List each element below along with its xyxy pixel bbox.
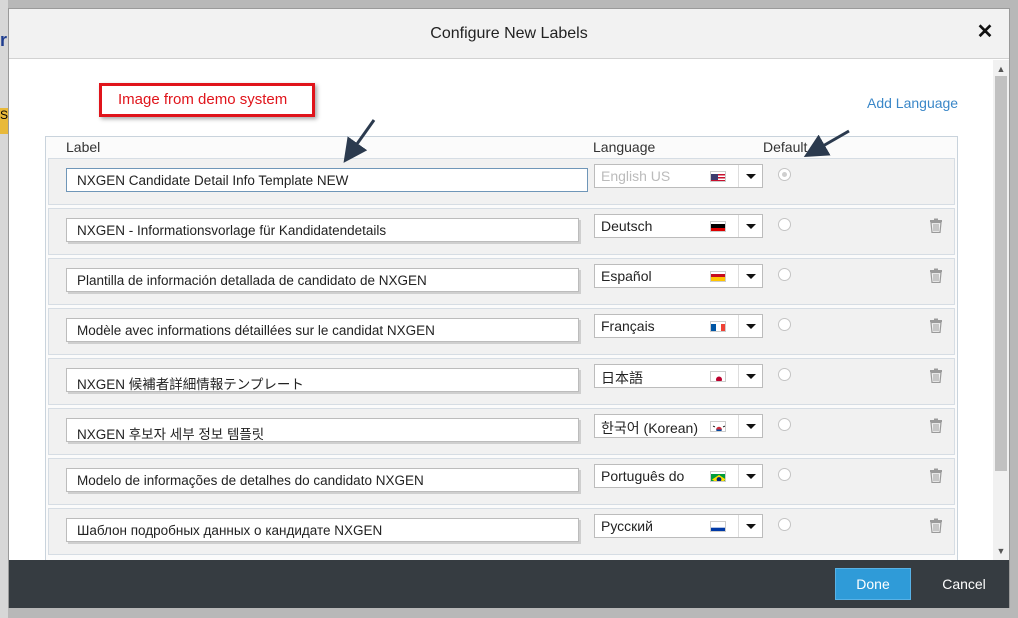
dropdown-button[interactable] xyxy=(738,365,762,387)
language-select-value: Deutsch xyxy=(601,218,653,234)
column-header-label: Label xyxy=(66,139,101,155)
trash-icon[interactable] xyxy=(929,518,943,534)
trash-icon[interactable] xyxy=(929,318,943,334)
default-radio[interactable] xyxy=(778,468,791,481)
label-input[interactable]: Modelo de informações de detalhes do can… xyxy=(66,468,579,492)
label-input[interactable]: NXGEN 候補者詳細情報テンプレート xyxy=(66,368,579,392)
label-input[interactable]: Modèle avec informations détaillées sur … xyxy=(66,318,579,342)
trash-icon[interactable] xyxy=(929,368,943,384)
language-select[interactable]: 日本語 xyxy=(594,364,763,388)
jp-flag-icon xyxy=(710,371,726,382)
dropdown-button[interactable] xyxy=(738,465,762,487)
us-flag-icon xyxy=(710,171,726,182)
label-input[interactable]: NXGEN - Informationsvorlage für Kandidat… xyxy=(66,218,579,242)
language-select-value: Français xyxy=(601,318,655,334)
dialog-title: Configure New Labels xyxy=(430,25,588,42)
dialog-header: Configure New Labels ✕ xyxy=(9,9,1009,59)
dialog-body: Image from demo system Add Language Labe… xyxy=(9,60,993,560)
trash-icon[interactable] xyxy=(929,268,943,284)
default-radio[interactable] xyxy=(778,418,791,431)
chevron-down-icon xyxy=(746,274,756,279)
label-row: NXGEN Candidate Detail Info Template NEW… xyxy=(48,158,955,205)
default-radio[interactable] xyxy=(778,168,791,181)
language-select[interactable]: Français xyxy=(594,314,763,338)
language-select-value: 日本語 xyxy=(601,370,643,386)
label-row: Modelo de informações de detalhes do can… xyxy=(48,458,955,505)
label-row: NXGEN 후보자 세부 정보 템플릿 한국어 (Korean) xyxy=(48,408,955,455)
label-input[interactable]: NXGEN Candidate Detail Info Template NEW xyxy=(66,168,588,192)
configure-labels-dialog: Configure New Labels ✕ Image from demo s… xyxy=(8,8,1010,608)
label-row: NXGEN - Informationsvorlage für Kandidat… xyxy=(48,208,955,255)
dropdown-button[interactable] xyxy=(738,515,762,537)
default-radio[interactable] xyxy=(778,268,791,281)
language-select[interactable]: Русский xyxy=(594,514,763,538)
scroll-thumb[interactable] xyxy=(995,76,1007,471)
trash-icon[interactable] xyxy=(929,418,943,434)
scroll-down-icon[interactable]: ▼ xyxy=(993,544,1009,558)
chevron-down-icon xyxy=(746,324,756,329)
es-flag-icon xyxy=(710,271,726,282)
label-input[interactable]: Шаблон подробных данных о кандидате NXGE… xyxy=(66,518,579,542)
trash-icon[interactable] xyxy=(929,218,943,234)
done-button[interactable]: Done xyxy=(835,568,911,600)
language-select[interactable]: Português do xyxy=(594,464,763,488)
chevron-down-icon xyxy=(746,174,756,179)
language-select[interactable]: 한국어 (Korean) xyxy=(594,414,763,438)
language-select-value: English US xyxy=(601,168,671,184)
language-select-value: 한국어 (Korean) xyxy=(601,420,698,436)
add-language-link[interactable]: Add Language xyxy=(867,95,958,111)
chevron-down-icon xyxy=(746,424,756,429)
annotation-callout: Image from demo system xyxy=(99,83,315,117)
column-header-language: Language xyxy=(593,139,656,155)
default-radio[interactable] xyxy=(778,368,791,381)
label-row: Plantilla de información detallada de ca… xyxy=(48,258,955,305)
background-button-fragment: S xyxy=(0,108,8,134)
dropdown-button[interactable] xyxy=(738,265,762,287)
kr-flag-icon xyxy=(710,421,726,432)
br-flag-icon xyxy=(710,471,726,482)
chevron-down-icon xyxy=(746,224,756,229)
label-row: Шаблон подробных данных о кандидате NXGE… xyxy=(48,508,955,555)
cancel-button[interactable]: Cancel xyxy=(931,568,997,600)
label-row: NXGEN 候補者詳細情報テンプレート 日本語 xyxy=(48,358,955,405)
background-page: r S xyxy=(0,0,8,618)
language-select-value: Русский xyxy=(601,518,653,534)
chevron-down-icon xyxy=(746,474,756,479)
language-select-value: Español xyxy=(601,268,652,284)
dropdown-button[interactable] xyxy=(738,415,762,437)
column-header-default: Default xyxy=(763,139,808,155)
label-input[interactable]: Plantilla de información detallada de ca… xyxy=(66,268,579,292)
fr-flag-icon xyxy=(710,321,726,332)
ru-flag-icon xyxy=(710,521,726,532)
label-row: Modèle avec informations détaillées sur … xyxy=(48,308,955,355)
label-input[interactable]: NXGEN 후보자 세부 정보 템플릿 xyxy=(66,418,579,442)
dropdown-button[interactable] xyxy=(738,315,762,337)
language-select[interactable]: Deutsch xyxy=(594,214,763,238)
language-select[interactable]: Español xyxy=(594,264,763,288)
scroll-up-icon[interactable]: ▲ xyxy=(993,62,1009,76)
default-radio[interactable] xyxy=(778,218,791,231)
close-button[interactable]: ✕ xyxy=(975,21,995,43)
chevron-down-icon xyxy=(746,374,756,379)
dropdown-button[interactable] xyxy=(738,215,762,237)
vertical-scrollbar[interactable]: ▲ ▼ xyxy=(993,60,1009,560)
labels-table: Label Language Default NXGEN Candidate D… xyxy=(45,136,958,560)
language-select[interactable]: English US xyxy=(594,164,763,188)
language-select-value: Português do xyxy=(601,468,685,484)
chevron-down-icon xyxy=(746,524,756,529)
default-radio[interactable] xyxy=(778,518,791,531)
trash-icon[interactable] xyxy=(929,468,943,484)
default-radio[interactable] xyxy=(778,318,791,331)
background-logo-fragment: r xyxy=(0,30,8,50)
de-flag-icon xyxy=(710,221,726,232)
dropdown-button[interactable] xyxy=(738,165,762,187)
dialog-footer: Done Cancel xyxy=(9,560,1009,608)
